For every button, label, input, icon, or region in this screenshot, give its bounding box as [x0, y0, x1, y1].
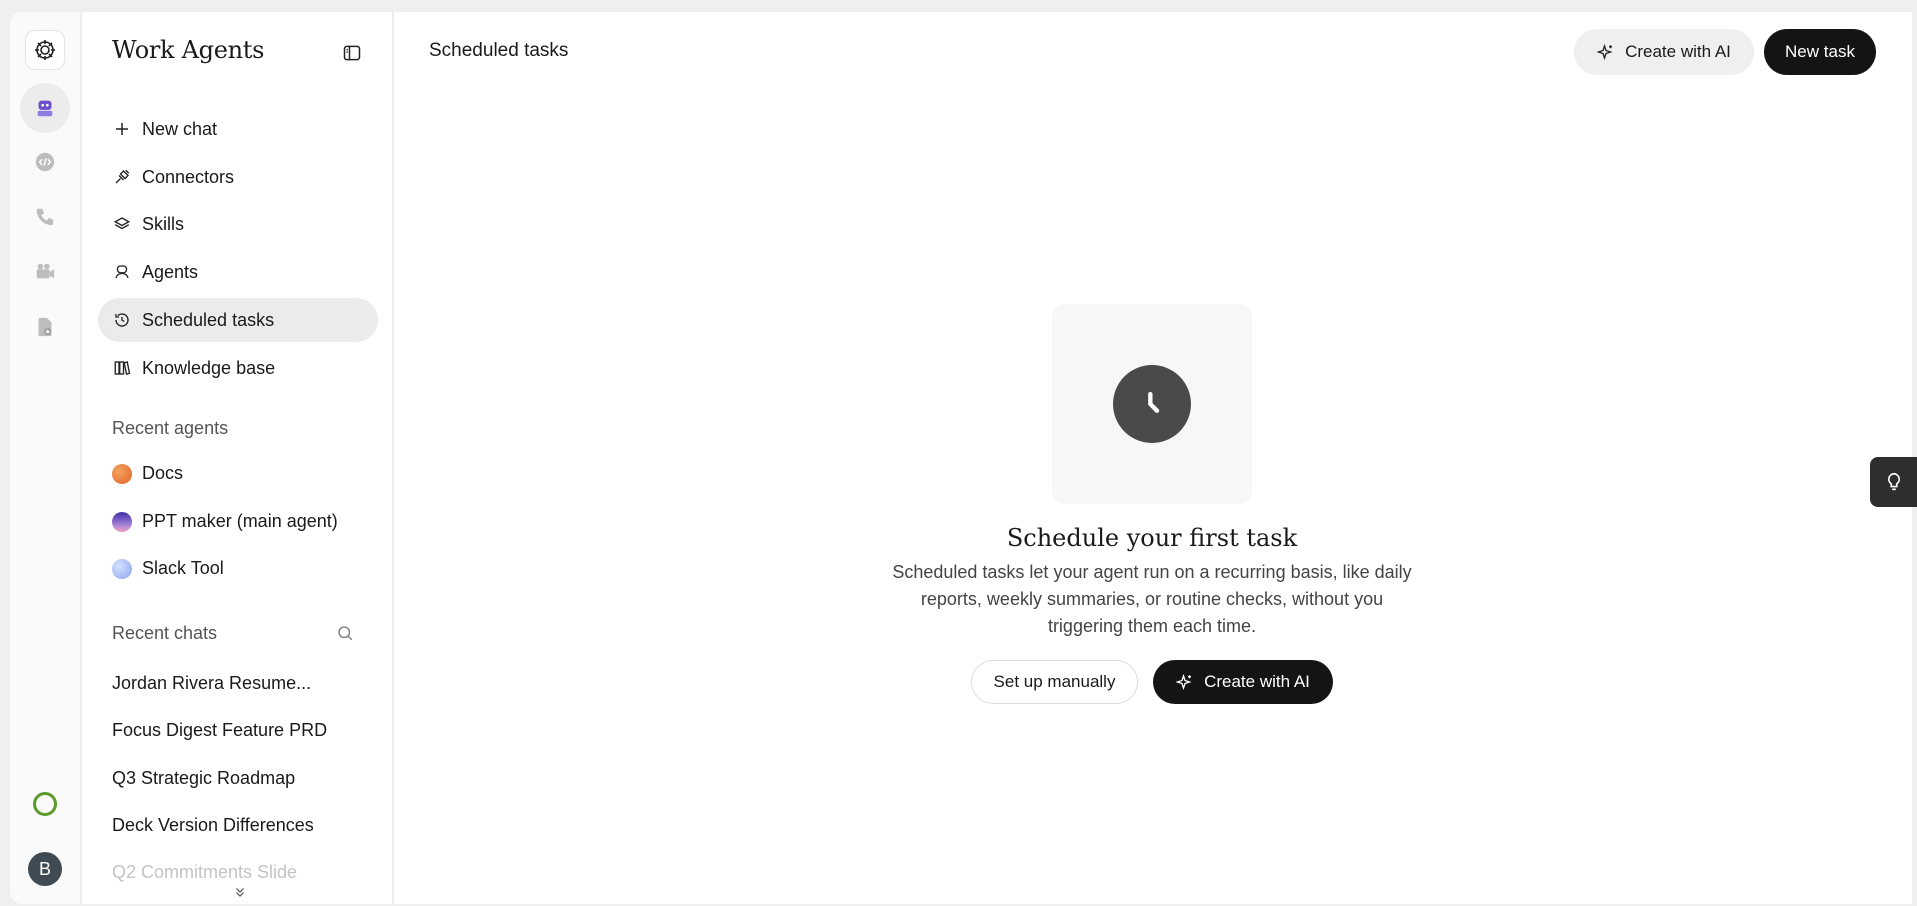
create-with-ai-button[interactable]: Create with AI	[1574, 29, 1754, 75]
nav-knowledge-base[interactable]: Knowledge base	[98, 346, 378, 390]
agent-avatar-icon	[112, 511, 132, 532]
agent-avatar-icon	[112, 463, 132, 484]
nav-label: Scheduled tasks	[142, 309, 275, 330]
nav-label: Agents	[142, 261, 199, 282]
agent-avatar-icon	[112, 558, 132, 579]
recent-agent-item[interactable]: Slack Tool	[112, 558, 224, 579]
new-task-button[interactable]: New task	[1764, 29, 1876, 75]
sparkle-icon	[1176, 673, 1194, 691]
sidebar-toggle-icon[interactable]	[341, 42, 363, 64]
video-camera-icon[interactable]	[20, 247, 70, 297]
icon-rail: B	[10, 12, 80, 904]
document-icon[interactable]	[20, 302, 70, 352]
button-label: Create with AI	[1625, 42, 1731, 61]
recent-chats-heading: Recent chats	[112, 623, 218, 643]
recent-chat-item[interactable]: Deck Version Differences	[112, 815, 314, 836]
recent-chat-item[interactable]: Q3 Strategic Roadmap	[112, 768, 295, 789]
avatar-initial: B	[38, 858, 51, 879]
button-label: Create with AI	[1204, 672, 1310, 691]
layers-icon	[112, 214, 132, 234]
recent-chat-item[interactable]: Focus Digest Feature PRD	[112, 720, 327, 741]
app-title: Work Agents	[112, 36, 265, 64]
app-logo-icon[interactable]	[25, 30, 65, 70]
agent-label: Slack Tool	[142, 558, 224, 578]
nav-scheduled-tasks[interactable]: Scheduled tasks	[98, 298, 378, 342]
recent-agent-item[interactable]: Docs	[112, 463, 183, 484]
empty-state-title: Schedule your first task	[1006, 524, 1298, 552]
recent-chat-item[interactable]: Jordan Rivera Resume...	[112, 673, 311, 694]
agent-label: PPT maker (main agent)	[142, 511, 338, 531]
avatar[interactable]: B	[28, 852, 62, 886]
sidebar: Work Agents New chat Connectors Skills A…	[82, 12, 393, 904]
create-with-ai-cta-button[interactable]: Create with AI	[1153, 660, 1333, 704]
empty-state-illustration	[1052, 304, 1252, 504]
clock-icon	[1113, 365, 1191, 443]
plus-icon	[112, 119, 132, 139]
recent-agents-heading: Recent agents	[112, 418, 229, 438]
books-icon	[112, 358, 132, 378]
phone-icon[interactable]	[20, 192, 70, 242]
agent-label: Docs	[142, 463, 184, 483]
recent-chat-item[interactable]: Q2 Commitments Slide	[112, 862, 297, 883]
nav-skills[interactable]: Skills	[98, 202, 378, 246]
plug-icon	[112, 167, 132, 187]
search-icon[interactable]	[334, 622, 356, 644]
code-icon[interactable]	[20, 137, 70, 187]
recent-agent-item[interactable]: PPT maker (main agent)	[112, 511, 338, 532]
feedback-tab-icon[interactable]	[1870, 457, 1917, 507]
sparkle-icon	[1597, 43, 1615, 61]
page-title: Scheduled tasks	[429, 40, 569, 61]
nav-label: Connectors	[142, 166, 235, 187]
status-indicator-icon	[33, 792, 57, 816]
nav-label: Knowledge base	[142, 357, 276, 378]
empty-state-description: Scheduled tasks let your agent run on a …	[892, 562, 1412, 636]
nav-label: New chat	[142, 118, 218, 139]
nav-connectors[interactable]: Connectors	[98, 155, 378, 199]
clock-history-icon	[112, 310, 132, 330]
nav-label: Skills	[142, 213, 185, 234]
nav-agents[interactable]: Agents	[98, 250, 378, 294]
nav-new-chat[interactable]: New chat	[98, 107, 378, 151]
scroll-down-icon[interactable]	[230, 882, 250, 902]
main-panel: Scheduled tasks Create with AI New task …	[394, 12, 1912, 904]
agent-robot-icon[interactable]	[20, 83, 70, 133]
agent-icon	[112, 262, 132, 282]
setup-manually-button[interactable]: Set up manually	[971, 660, 1138, 704]
